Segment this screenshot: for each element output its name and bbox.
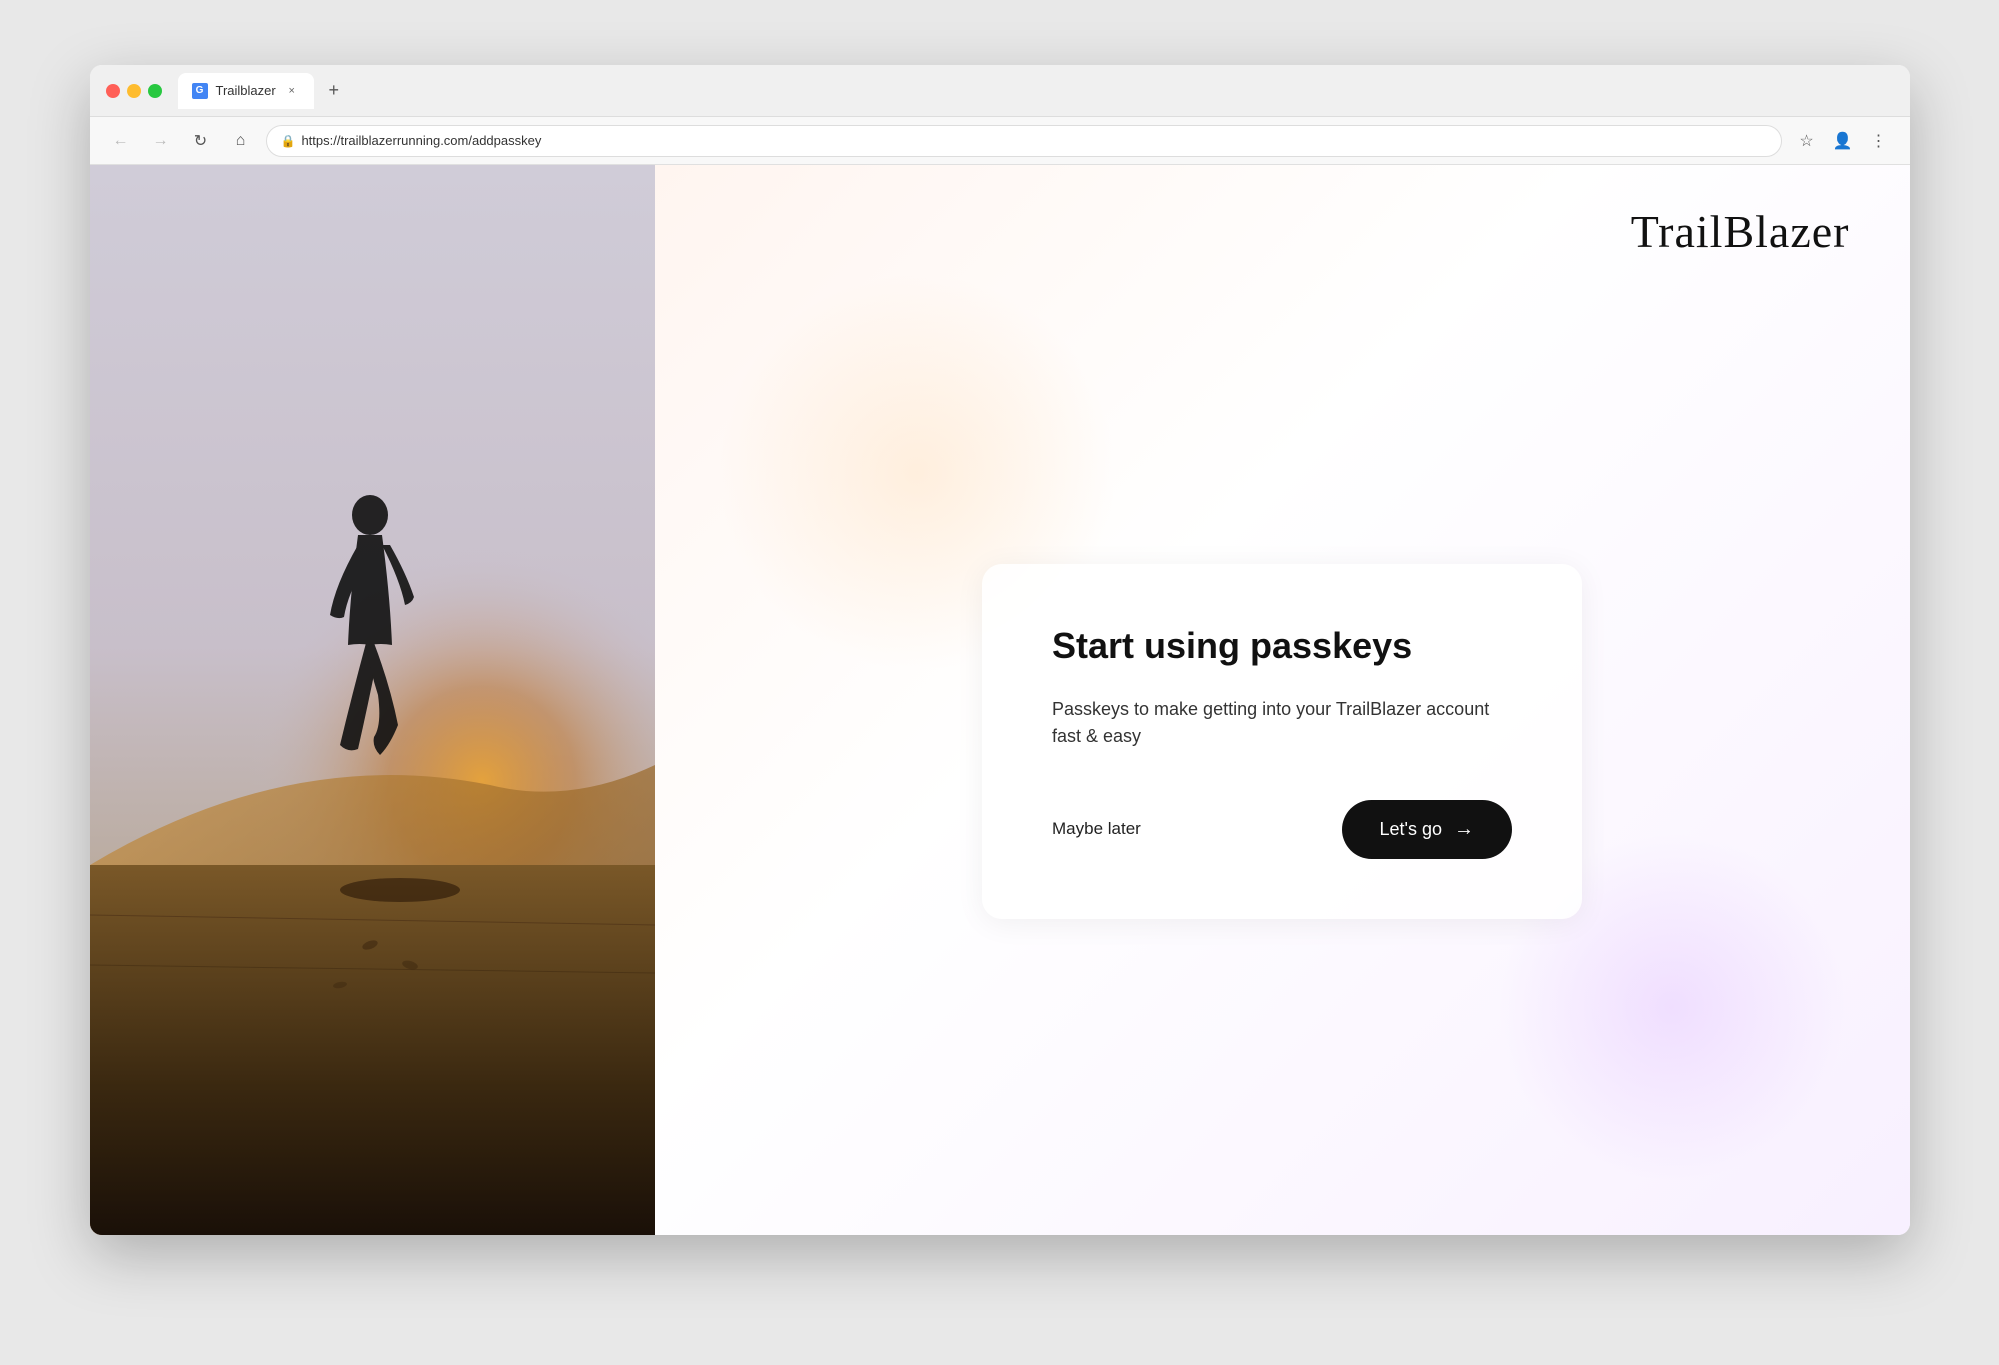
runner-scene	[90, 165, 655, 1235]
new-tab-button[interactable]: +	[320, 77, 348, 105]
card-actions: Maybe later Let's go →	[1052, 800, 1512, 859]
passkey-card: Start using passkeys Passkeys to make ge…	[982, 564, 1582, 918]
url-text: https://trailblazerrunning.com/addpasske…	[301, 133, 541, 148]
menu-button[interactable]: ⋮	[1864, 126, 1894, 156]
maybe-later-button[interactable]: Maybe later	[1052, 811, 1141, 847]
forward-button[interactable]: →	[146, 126, 176, 156]
home-button[interactable]: ⌂	[226, 126, 256, 156]
logo-area: TrailBlazer	[715, 205, 1850, 258]
lock-icon: 🔒	[281, 134, 296, 148]
browser-window: G Trailblazer × + ← → ↻ ⌂ 🔒 https://trai…	[90, 65, 1910, 1235]
profile-button[interactable]: 👤	[1828, 126, 1858, 156]
right-panel: TrailBlazer Start using passkeys Passkey…	[655, 165, 1910, 1235]
tab-title: Trailblazer	[216, 83, 276, 98]
title-bar: G Trailblazer × +	[90, 65, 1910, 117]
nav-bar: ← → ↻ ⌂ 🔒 https://trailblazerrunning.com…	[90, 117, 1910, 165]
lets-go-button[interactable]: Let's go →	[1342, 800, 1512, 859]
close-traffic-light[interactable]	[106, 84, 120, 98]
reload-button[interactable]: ↻	[186, 126, 216, 156]
minimize-traffic-light[interactable]	[127, 84, 141, 98]
arrow-icon: →	[1454, 818, 1474, 841]
address-bar[interactable]: 🔒 https://trailblazerrunning.com/addpass…	[266, 125, 1782, 157]
active-tab[interactable]: G Trailblazer ×	[178, 73, 314, 109]
hero-image-panel	[90, 165, 655, 1235]
brand-logo: TrailBlazer	[1631, 205, 1850, 258]
back-button[interactable]: ←	[106, 126, 136, 156]
tab-bar: G Trailblazer × +	[178, 73, 1894, 109]
bookmark-button[interactable]: ☆	[1792, 126, 1822, 156]
tab-close-button[interactable]: ×	[284, 83, 300, 99]
nav-right-controls: ☆ 👤 ⋮	[1792, 126, 1894, 156]
card-title: Start using passkeys	[1052, 624, 1512, 667]
lets-go-label: Let's go	[1380, 819, 1442, 840]
page-content: TrailBlazer Start using passkeys Passkey…	[90, 165, 1910, 1235]
card-description: Passkeys to make getting into your Trail…	[1052, 696, 1512, 750]
maximize-traffic-light[interactable]	[148, 84, 162, 98]
tab-favicon: G	[192, 83, 208, 99]
traffic-lights	[106, 84, 162, 98]
